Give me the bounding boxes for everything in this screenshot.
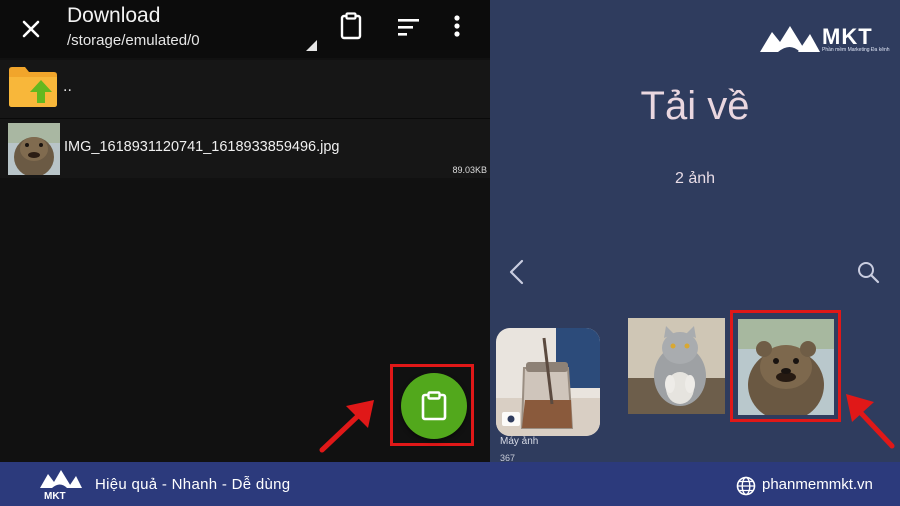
website-link[interactable]: phanmemmkt.vn bbox=[762, 476, 873, 493]
paste-icon bbox=[421, 391, 447, 421]
folder-title: Download bbox=[67, 4, 161, 27]
gallery-panel: MKT Phần mềm Marketing Đa kênh Tải về 2 … bbox=[490, 0, 900, 463]
album-name: Máy ảnh bbox=[500, 436, 539, 447]
red-arrow-icon bbox=[846, 394, 895, 449]
search-icon[interactable] bbox=[856, 260, 880, 284]
close-icon[interactable] bbox=[14, 12, 48, 46]
paste-highlight-box bbox=[390, 364, 474, 446]
folder-path[interactable]: /storage/emulated/0 bbox=[67, 32, 200, 49]
cat-photo-thumbnail[interactable] bbox=[628, 318, 725, 414]
back-arrow-icon[interactable] bbox=[506, 258, 528, 286]
paste-fab-button[interactable] bbox=[401, 373, 467, 439]
path-dropdown-icon[interactable] bbox=[306, 40, 317, 51]
file-manager-panel: Download /storage/emulated/0 .. IMG_1618… bbox=[0, 0, 490, 462]
parent-folder-row[interactable]: .. bbox=[0, 60, 490, 116]
camera-album-card[interactable] bbox=[496, 328, 600, 436]
svg-text:MKT: MKT bbox=[44, 491, 66, 502]
quokka-photo-thumbnail[interactable] bbox=[738, 319, 834, 415]
selected-photo-highlight bbox=[730, 310, 841, 422]
banner-slogan: Hiệu quả - Nhanh - Dễ dùng bbox=[95, 476, 291, 493]
more-vert-icon[interactable] bbox=[440, 10, 474, 44]
red-arrow-icon bbox=[319, 400, 374, 453]
file-manager-toolbar: Download /storage/emulated/0 bbox=[0, 0, 490, 58]
photo-count: 2 ảnh bbox=[674, 170, 716, 187]
mkt-logo-icon: MKT bbox=[40, 470, 82, 502]
file-list: .. IMG_1618931120741_1618933859496.jpg 8… bbox=[0, 60, 490, 178]
folder-up-icon bbox=[9, 67, 57, 107]
image-thumbnail bbox=[8, 123, 60, 175]
screenshot-root: Download /storage/emulated/0 .. IMG_1618… bbox=[0, 0, 900, 506]
parent-folder-label: .. bbox=[63, 78, 72, 95]
album-title: Tải về bbox=[640, 84, 750, 128]
clipboard-icon[interactable] bbox=[334, 10, 368, 44]
file-size: 89.03KB bbox=[452, 165, 487, 175]
globe-icon bbox=[736, 476, 756, 496]
file-name: IMG_1618931120741_1618933859496.jpg bbox=[64, 139, 340, 155]
file-row[interactable]: IMG_1618931120741_1618933859496.jpg 89.0… bbox=[0, 118, 490, 178]
brand-subtitle: Phần mềm Marketing Đa kênh bbox=[822, 47, 890, 53]
brand-banner: MKT Hiệu quả - Nhanh - Dễ dùng phanmemmk… bbox=[0, 462, 900, 506]
sort-icon[interactable] bbox=[392, 10, 426, 44]
